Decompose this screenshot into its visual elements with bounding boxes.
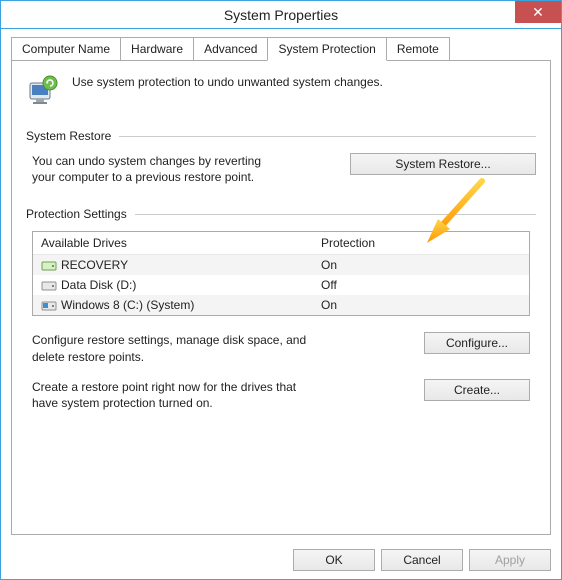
table-row[interactable]: RECOVERY On — [33, 255, 529, 275]
system-restore-section: System Restore You can undo system chang… — [26, 129, 536, 185]
drive-protection: On — [321, 298, 521, 312]
close-icon: ✕ — [532, 4, 544, 21]
intro-row: Use system protection to undo unwanted s… — [26, 73, 536, 109]
protection-settings-section: Protection Settings Available Drives Pro… — [26, 207, 536, 423]
ok-button[interactable]: OK — [293, 549, 375, 571]
divider — [135, 214, 536, 215]
group-header-restore: System Restore — [26, 129, 536, 143]
drives-body: RECOVERY On Data Disk (D:) Off — [33, 255, 529, 315]
create-button[interactable]: Create... — [424, 379, 530, 401]
system-restore-heading: System Restore — [26, 129, 111, 143]
tab-remote[interactable]: Remote — [386, 37, 450, 61]
drive-icon — [41, 297, 57, 313]
drive-name: Data Disk (D:) — [61, 278, 136, 292]
tab-system-protection[interactable]: System Protection — [267, 37, 386, 61]
system-restore-text: You can undo system changes by reverting… — [32, 153, 282, 185]
dialog-buttons: OK Cancel Apply — [1, 541, 561, 579]
drives-header: Available Drives Protection — [33, 232, 529, 255]
tabs: Computer Name Hardware Advanced System P… — [11, 37, 551, 61]
apply-button[interactable]: Apply — [469, 549, 551, 571]
divider — [119, 136, 536, 137]
table-row[interactable]: Data Disk (D:) Off — [33, 275, 529, 295]
tab-panel: Use system protection to undo unwanted s… — [11, 60, 551, 535]
group-header-protection: Protection Settings — [26, 207, 536, 221]
drive-icon — [41, 277, 57, 293]
system-protection-icon — [26, 73, 62, 109]
drives-table: Available Drives Protection RECOVERY On — [32, 231, 530, 316]
configure-text: Configure restore settings, manage disk … — [32, 332, 322, 364]
tab-advanced[interactable]: Advanced — [193, 37, 268, 61]
cancel-button[interactable]: Cancel — [381, 549, 463, 571]
window-title: System Properties — [224, 7, 338, 23]
table-row[interactable]: Windows 8 (C:) (System) On — [33, 295, 529, 315]
protection-settings-heading: Protection Settings — [26, 207, 127, 221]
drive-icon — [41, 257, 57, 273]
drive-protection: Off — [321, 278, 521, 292]
titlebar: System Properties ✕ — [1, 1, 561, 29]
drive-name: Windows 8 (C:) (System) — [61, 298, 194, 312]
close-button[interactable]: ✕ — [515, 1, 561, 23]
tab-computer-name[interactable]: Computer Name — [11, 37, 121, 61]
restore-row: You can undo system changes by reverting… — [26, 153, 536, 185]
content-area: Computer Name Hardware Advanced System P… — [1, 29, 561, 541]
system-restore-button[interactable]: System Restore... — [350, 153, 536, 175]
configure-row: Configure restore settings, manage disk … — [26, 330, 536, 376]
configure-button[interactable]: Configure... — [424, 332, 530, 354]
drive-protection: On — [321, 258, 521, 272]
drive-name: RECOVERY — [61, 258, 128, 272]
create-text: Create a restore point right now for the… — [32, 379, 322, 411]
intro-text: Use system protection to undo unwanted s… — [72, 73, 383, 89]
create-row: Create a restore point right now for the… — [26, 377, 536, 423]
column-header-drives[interactable]: Available Drives — [33, 232, 313, 254]
column-header-protection[interactable]: Protection — [313, 232, 529, 254]
system-properties-window: System Properties ✕ Computer Name Hardwa… — [0, 0, 562, 580]
tab-hardware[interactable]: Hardware — [120, 37, 194, 61]
